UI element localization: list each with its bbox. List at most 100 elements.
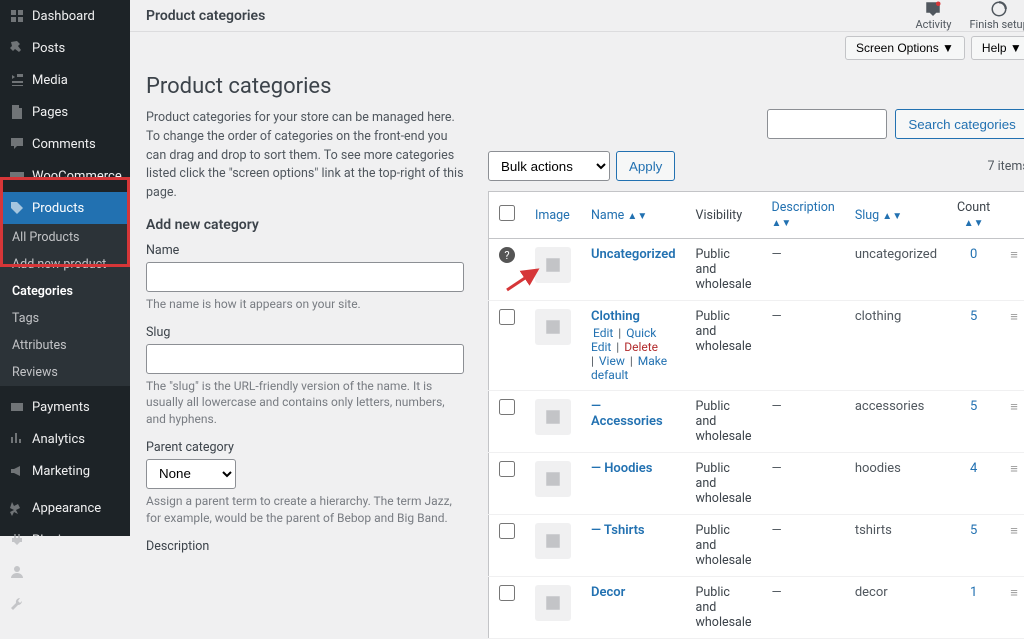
select-all-checkbox[interactable]: [499, 205, 515, 221]
sidebar-item-tools[interactable]: Tools: [0, 588, 130, 620]
sidebar-item-label: Posts: [32, 41, 65, 56]
sidebar-item-woocommerce[interactable]: WooCommerce: [0, 160, 130, 192]
woo-icon: [8, 168, 26, 184]
count-link[interactable]: 4: [970, 461, 977, 476]
bulk-select[interactable]: Bulk actions: [488, 151, 610, 181]
drag-handle[interactable]: ≡: [1000, 577, 1024, 639]
help-icon[interactable]: ?: [499, 247, 515, 263]
description-cell: —: [762, 453, 845, 515]
name-hint: The name is how it appears on your site.: [146, 296, 464, 313]
plugins-icon: [8, 532, 26, 548]
sidebar-item-label: Payments: [32, 400, 90, 415]
sidebar-item-products[interactable]: Products: [0, 192, 130, 224]
submenu-add-new-product[interactable]: Add new product: [0, 251, 130, 278]
drag-handle[interactable]: ≡: [1000, 391, 1024, 453]
product-icon: [8, 200, 26, 216]
search-input[interactable]: [767, 109, 887, 139]
apply-button[interactable]: Apply: [616, 151, 675, 181]
col-name[interactable]: Name ▲▼: [581, 192, 686, 239]
col-description[interactable]: Description ▲▼: [762, 192, 845, 239]
col-slug[interactable]: Slug ▲▼: [845, 192, 947, 239]
marketing-icon: [8, 463, 26, 479]
submenu-attributes[interactable]: Attributes: [0, 332, 130, 359]
table-row: DecorPublic and wholesale—decor1≡: [489, 577, 1024, 639]
count-link[interactable]: 1: [970, 585, 977, 600]
activity-button[interactable]: Activity: [915, 0, 951, 31]
image-icon: [544, 470, 562, 488]
screen-options-button[interactable]: Screen Options ▼: [845, 36, 965, 60]
row-checkbox[interactable]: [499, 309, 515, 325]
sidebar-item-marketing[interactable]: Marketing: [0, 455, 130, 487]
thumbnail-placeholder: [535, 247, 571, 283]
sidebar-item-appearance[interactable]: Appearance: [0, 492, 130, 524]
submenu-categories[interactable]: Categories: [0, 278, 130, 305]
edit-link[interactable]: Edit: [591, 326, 615, 340]
search-button[interactable]: Search categories: [895, 109, 1024, 139]
sidebar-item-label: Media: [32, 73, 68, 88]
category-name[interactable]: — Accessories: [591, 399, 663, 429]
intro-text: Product categories for your store can be…: [146, 109, 464, 203]
description-cell: —: [762, 301, 845, 391]
table-column: Search categories Bulk actions Apply 7 i…: [488, 109, 1024, 639]
page-title: Product categories: [146, 74, 1024, 99]
image-icon: [544, 594, 562, 612]
delete-link[interactable]: Delete: [622, 340, 660, 354]
col-count[interactable]: Count ▲▼: [947, 192, 1000, 239]
submenu-tags[interactable]: Tags: [0, 305, 130, 332]
visibility-cell: Public and wholesale: [686, 515, 762, 577]
finish-setup-button[interactable]: Finish setup: [969, 0, 1024, 31]
sidebar-item-users[interactable]: Users: [0, 556, 130, 588]
form-column: Product categories for your store can be…: [146, 109, 464, 639]
submenu-reviews[interactable]: Reviews: [0, 359, 130, 386]
row-checkbox[interactable]: [499, 523, 515, 539]
sidebar-item-label: Pages: [32, 105, 68, 120]
desc-label: Description: [146, 539, 464, 554]
dashboard-icon: [8, 8, 26, 24]
category-name[interactable]: Clothing: [591, 309, 640, 324]
drag-handle[interactable]: ≡: [1000, 301, 1024, 391]
image-icon: [544, 318, 562, 336]
drag-handle[interactable]: ≡: [1000, 453, 1024, 515]
parent-hint: Assign a parent term to create a hierarc…: [146, 493, 464, 527]
sidebar-item-posts[interactable]: Posts: [0, 32, 130, 64]
description-cell: —: [762, 577, 845, 639]
parent-select[interactable]: None: [146, 459, 236, 489]
breadcrumb: Product categories: [146, 8, 265, 24]
tools-icon: [8, 596, 26, 612]
sidebar-item-media[interactable]: Media: [0, 64, 130, 96]
submenu-all-products[interactable]: All Products: [0, 224, 130, 251]
name-input[interactable]: [146, 262, 464, 292]
category-name[interactable]: Uncategorized: [591, 247, 676, 262]
inbox-icon: [924, 0, 942, 18]
sidebar-item-comments[interactable]: Comments: [0, 128, 130, 160]
analytics-icon: [8, 431, 26, 447]
row-checkbox[interactable]: [499, 399, 515, 415]
view-link[interactable]: View: [597, 354, 627, 368]
row-checkbox[interactable]: [499, 585, 515, 601]
count-link[interactable]: 5: [970, 399, 977, 414]
category-name[interactable]: — Hoodies: [591, 461, 652, 476]
sidebar-item-plugins[interactable]: Plugins: [0, 524, 130, 556]
visibility-cell: Public and wholesale: [686, 391, 762, 453]
col-visibility: Visibility: [686, 192, 762, 239]
sidebar-item-analytics[interactable]: Analytics: [0, 423, 130, 455]
sidebar-item-pages[interactable]: Pages: [0, 96, 130, 128]
image-icon: [544, 408, 562, 426]
row-checkbox[interactable]: [499, 461, 515, 477]
count-link[interactable]: 0: [970, 247, 977, 262]
sidebar-item-payments[interactable]: Payments: [0, 391, 130, 423]
slug-input[interactable]: [146, 344, 464, 374]
drag-handle[interactable]: ≡: [1000, 515, 1024, 577]
table-row: — AccessoriesPublic and wholesale—access…: [489, 391, 1024, 453]
progress-icon: [990, 0, 1008, 18]
name-label: Name: [146, 243, 464, 258]
slug-cell: tshirts: [845, 515, 947, 577]
help-button[interactable]: Help ▼: [971, 36, 1024, 60]
drag-handle[interactable]: ≡: [1000, 239, 1024, 301]
parent-label: Parent category: [146, 440, 464, 455]
sidebar-item-label: Comments: [32, 137, 96, 152]
count-link[interactable]: 5: [970, 309, 977, 324]
visibility-cell: Public and wholesale: [686, 301, 762, 391]
sidebar-item-dashboard[interactable]: Dashboard: [0, 0, 130, 32]
category-name[interactable]: Decor: [591, 585, 625, 600]
